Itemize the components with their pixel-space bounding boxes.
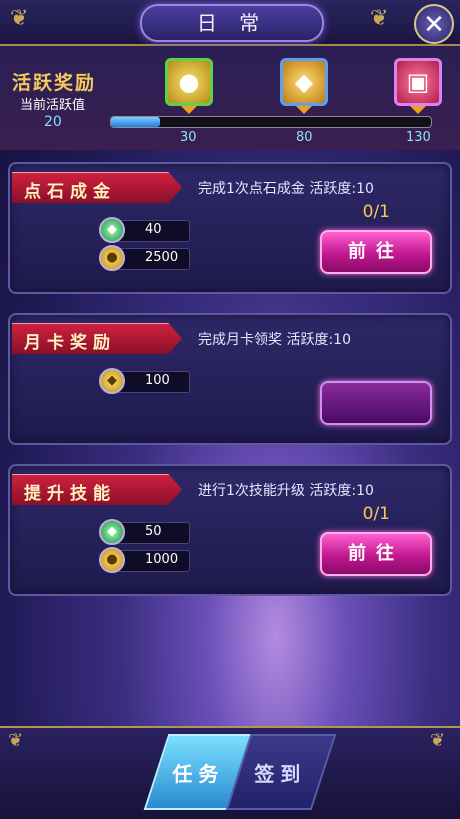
tab-label: 签到 [254,762,307,786]
gift-box-icon: ▣ [406,68,430,96]
page-title: 日 常 [140,4,324,42]
reward-item: ◆ 40 [99,217,190,243]
task-tag: 提升技能 [12,474,182,505]
reward-value: 1000 [145,552,179,567]
task-name: 提升技能 [24,484,116,504]
reward-value: 2500 [145,250,179,265]
milestone-marker-icon [181,106,197,114]
reward-item: ◆ 50 [99,519,190,545]
task-description: 进行1次技能升级 活跃度:10 [198,483,374,499]
reward-item: ● 1000 [99,547,190,573]
task-card: 提升技能 进行1次技能升级 活跃度:10 ◆ 50 ● 1000 0/1 前往 [8,464,452,596]
reward-item: ● 2500 [99,245,190,271]
ornament-icon: ❦ [370,6,389,31]
activity-current-label: 当前活跃值 [20,98,86,113]
top-bar: ❦ ❦ 日 常 ✕ [0,0,460,46]
task-card: 点石成金 完成1次点石成金 活跃度:10 ◆ 40 ● 2500 0/1 前往 [8,162,452,294]
close-icon: ✕ [423,10,445,40]
ornament-icon: ❦ [8,730,24,751]
task-progress: 0/1 [362,202,390,222]
milestone-reward-80[interactable]: ◆ [280,58,328,106]
coin-icon: ● [99,547,125,573]
close-button[interactable]: ✕ [414,4,454,44]
gem-icon: ◆ [99,519,125,545]
milestone-marker-icon [410,106,426,114]
tab-label: 任务 [172,762,225,786]
activity-current-value: 20 [44,114,62,130]
activity-progress-fill [111,117,161,127]
task-tag: 月卡奖励 [12,323,182,354]
reward-item: ◆ 100 [99,368,190,394]
claim-button[interactable] [320,381,432,425]
coin-icon: ● [99,245,125,271]
task-tag: 点石成金 [12,172,182,203]
activity-progress-bar [110,116,432,128]
reward-value: 100 [145,373,170,388]
reward-value: 40 [145,222,162,237]
task-name: 月卡奖励 [24,333,116,353]
task-description: 完成1次点石成金 活跃度:10 [198,181,374,197]
go-button[interactable]: 前往 [320,532,432,576]
gold-ingot-icon: ◆ [99,368,125,394]
task-name: 点石成金 [24,182,116,202]
go-button[interactable]: 前往 [320,230,432,274]
reward-value: 50 [145,524,162,539]
task-description: 完成月卡领奖 活跃度:10 [198,332,351,348]
milestone-label: 80 [296,130,313,145]
coin-icon: ● [178,68,200,96]
task-card: 月卡奖励 完成月卡领奖 活跃度:10 ◆ 100 [8,313,452,445]
milestone-marker-icon [296,106,312,114]
milestone-reward-130[interactable]: ▣ [394,58,442,106]
gem-icon: ◆ [99,217,125,243]
gold-ingot-icon: ◆ [294,68,314,96]
activity-panel: 活跃奖励 当前活跃值 20 [0,46,460,150]
milestone-reward-30[interactable]: ● [165,58,213,106]
activity-title: 活跃奖励 [12,72,97,94]
milestone-label: 130 [406,130,431,145]
ornament-icon: ❦ [430,730,446,751]
bottom-tab-bar: ❦ ❦ 任务 签到 [0,726,460,819]
ornament-icon: ❦ [10,6,29,31]
task-progress: 0/1 [362,504,390,524]
milestone-label: 30 [180,130,197,145]
